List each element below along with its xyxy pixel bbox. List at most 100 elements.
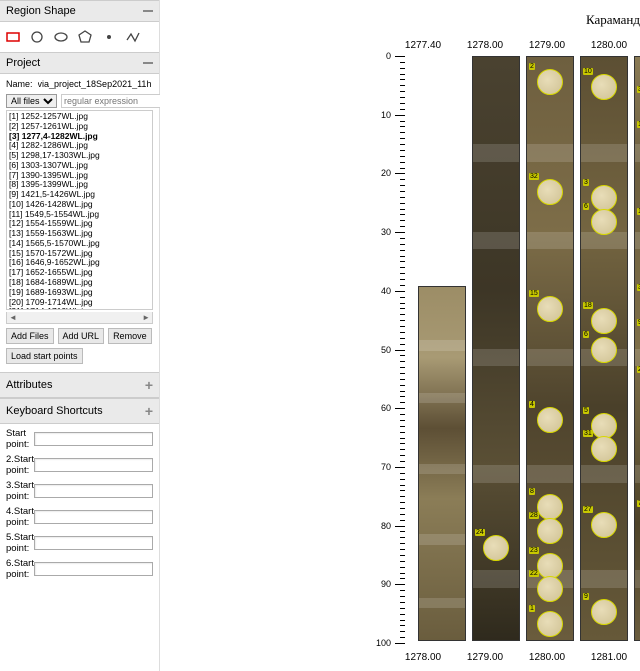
plug-label: 8 [529, 488, 535, 495]
plug-region[interactable] [537, 407, 563, 433]
plug-region[interactable] [591, 413, 617, 439]
depth-ruler: 0102030405060708090100 [375, 56, 405, 643]
plug-region[interactable] [591, 436, 617, 462]
plug-label: 4 [529, 401, 535, 408]
start-point-input[interactable] [34, 562, 153, 576]
polyline-shape-tool[interactable] [126, 30, 140, 44]
plug-region[interactable] [483, 535, 509, 561]
axis-tick: 1280.00 [578, 40, 640, 51]
add-url-button[interactable]: Add URL [58, 328, 105, 344]
circle-shape-tool[interactable] [30, 30, 44, 44]
minimize-icon[interactable] [143, 62, 153, 64]
keyboard-header[interactable]: Keyboard Shortcuts + [0, 398, 159, 424]
plug-region[interactable] [591, 74, 617, 100]
plug-label: 22 [529, 570, 539, 577]
rect-shape-tool[interactable] [6, 30, 20, 44]
add-files-button[interactable]: Add Files [6, 328, 54, 344]
ruler-label: 60 [381, 403, 391, 413]
plus-icon[interactable]: + [145, 377, 153, 393]
plug-label: 31 [583, 430, 593, 437]
start-point-label: 4.Start point: [6, 506, 34, 528]
plug-region[interactable] [591, 209, 617, 235]
axis-tick: 1277.40 [392, 40, 454, 51]
region-shape-title: Region Shape [6, 5, 76, 17]
ruler-label: 100 [376, 638, 391, 648]
axis-tick: 1278.00 [392, 652, 454, 663]
plug-label: 3 [583, 179, 589, 186]
project-title: Project [6, 57, 40, 69]
plug-region[interactable] [537, 494, 563, 520]
plug-label: 5 [583, 407, 589, 414]
ruler-label: 40 [381, 286, 391, 296]
plug-region[interactable] [591, 308, 617, 334]
main-canvas: Караманд 1277.401278.001279.001280.00128… [160, 0, 640, 671]
core-column[interactable]: 24 [472, 56, 520, 641]
plug-label: 18 [583, 302, 593, 309]
axis-tick: 1279.00 [516, 40, 578, 51]
file-item[interactable]: [21] 1714-1719WL.jpg [8, 307, 151, 310]
start-point-input[interactable] [34, 432, 153, 446]
axis-tick: 1279.00 [454, 652, 516, 663]
ruler-label: 90 [381, 579, 391, 589]
attributes-title: Attributes [6, 379, 52, 391]
project-name-input[interactable] [37, 78, 156, 90]
plug-label: 28 [529, 512, 539, 519]
plug-region[interactable] [591, 599, 617, 625]
plug-label: 2 [529, 63, 535, 70]
axis-tick: 1278.00 [454, 40, 516, 51]
plug-region[interactable] [537, 611, 563, 637]
document-title: Караманд [586, 12, 640, 28]
start-point-input[interactable] [34, 536, 153, 550]
start-point-input[interactable] [34, 458, 153, 472]
plug-region[interactable] [591, 185, 617, 211]
plug-region[interactable] [591, 512, 617, 538]
shape-tools [0, 22, 159, 52]
plug-region[interactable] [591, 337, 617, 363]
h-scrollbar[interactable]: ◄► [6, 312, 153, 324]
plug-region[interactable] [537, 518, 563, 544]
project-name-label: Name: [6, 79, 33, 89]
region-shape-header[interactable]: Region Shape [0, 0, 159, 22]
minimize-icon[interactable] [143, 10, 153, 12]
plug-label: 15 [529, 290, 539, 297]
ruler-label: 10 [381, 110, 391, 120]
core-column[interactable]: 1036186531279 [580, 56, 628, 641]
plug-region[interactable] [537, 296, 563, 322]
start-points-section: Start point:2.Start point:3.Start point:… [0, 424, 159, 588]
load-start-points-button[interactable]: Load start points [6, 348, 83, 364]
plug-region[interactable] [537, 179, 563, 205]
attributes-header[interactable]: Attributes + [0, 372, 159, 398]
axis-bottom: 1278.001279.001280.001281.001282.00 [392, 652, 640, 663]
start-point-input[interactable] [34, 510, 153, 524]
plug-region[interactable] [537, 69, 563, 95]
core-columns: 2423215482823221103618653127930161734926… [418, 56, 640, 641]
sidebar: Region Shape Project Name: All files [1]… [0, 0, 160, 671]
ruler-label: 70 [381, 462, 391, 472]
ellipse-shape-tool[interactable] [54, 30, 68, 44]
polygon-shape-tool[interactable] [78, 30, 92, 44]
core-column[interactable] [418, 286, 466, 641]
ruler-label: 30 [381, 227, 391, 237]
keyboard-title: Keyboard Shortcuts [6, 405, 103, 417]
plus-icon[interactable]: + [145, 403, 153, 419]
axis-top: 1277.401278.001279.001280.001281.00 [392, 40, 640, 51]
start-point-label: 5.Start point: [6, 532, 34, 554]
start-point-input[interactable] [34, 484, 153, 498]
plug-label: 9 [583, 593, 589, 600]
ruler-label: 20 [381, 168, 391, 178]
project-header[interactable]: Project [0, 52, 159, 74]
core-column[interactable]: 23215482823221 [526, 56, 574, 641]
plug-label: 1 [529, 605, 535, 612]
point-shape-tool[interactable] [102, 30, 116, 44]
plug-label: 6 [583, 331, 589, 338]
file-filter-select[interactable]: All files [6, 94, 57, 108]
ruler-label: 0 [386, 51, 391, 61]
core-column[interactable]: 301617349267 [634, 56, 640, 641]
plug-region[interactable] [537, 553, 563, 579]
remove-button[interactable]: Remove [108, 328, 152, 344]
file-list[interactable]: [1] 1252-1257WL.jpg[2] 1257-1261WL.jpg[3… [6, 110, 153, 310]
plug-label: 24 [475, 529, 485, 536]
start-point-label: 3.Start point: [6, 480, 34, 502]
plug-region[interactable] [537, 576, 563, 602]
project-body: Name: All files [1] 1252-1257WL.jpg[2] 1… [0, 74, 159, 372]
